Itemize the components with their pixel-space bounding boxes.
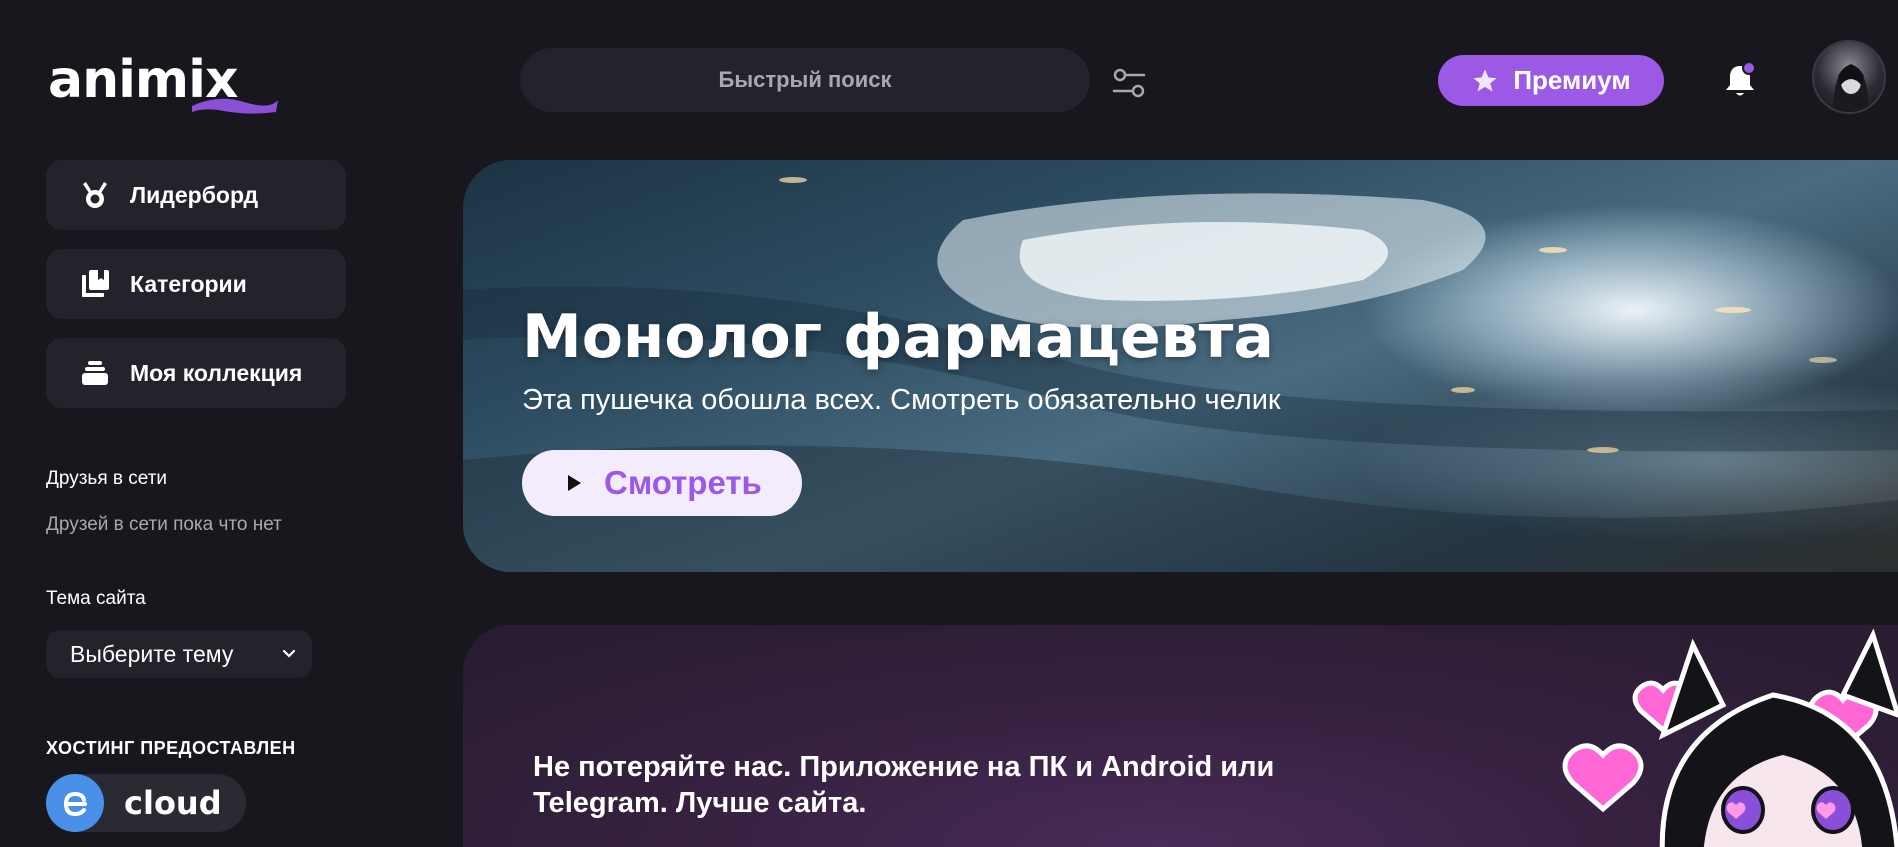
chevron-down-icon xyxy=(282,649,296,658)
hosting-cloud-link[interactable]: cloud xyxy=(46,774,246,832)
avatar-image xyxy=(1833,64,1869,112)
search-input[interactable] xyxy=(520,48,1090,112)
collection-icon xyxy=(82,361,108,385)
theme-select-value: Выберите тему xyxy=(70,640,234,667)
theme-select[interactable]: Выберите тему xyxy=(46,630,312,678)
sidebar-item-collection[interactable]: Моя коллекция xyxy=(46,338,346,408)
user-avatar[interactable] xyxy=(1812,40,1886,114)
categories-icon xyxy=(82,270,109,297)
sidebar-item-label: Лидерборд xyxy=(130,181,259,208)
friends-online-title: Друзья в сети xyxy=(46,468,168,489)
promo-text: Не потеряйте нас. Приложение на ПК и And… xyxy=(533,751,1275,819)
notification-bell-icon[interactable] xyxy=(1722,60,1758,100)
hosting-cloud-label: cloud xyxy=(124,784,222,822)
hosting-title: ХОСТИНГ ПРЕДОСТАВЛЕН xyxy=(46,738,296,758)
sidebar-item-label: Категории xyxy=(130,270,247,297)
promo-mascot-image xyxy=(1562,628,1898,847)
sidebar-item-categories[interactable]: Категории xyxy=(46,249,346,319)
watch-label: Смотреть xyxy=(604,464,762,501)
logo-swoosh xyxy=(192,98,278,114)
sidebar-item-leaderboard[interactable]: Лидерборд xyxy=(46,160,346,230)
premium-button[interactable]: Премиум xyxy=(1438,55,1664,106)
hero-title: Монолог фармацевта xyxy=(522,302,1274,372)
cloud-logo-icon xyxy=(46,774,104,832)
promo-banner[interactable]: Не потеряйте нас. Приложение на ПК и And… xyxy=(463,625,1898,847)
filter-icon[interactable] xyxy=(1112,66,1146,100)
site-theme-title: Тема сайта xyxy=(46,588,146,609)
play-icon xyxy=(568,475,581,491)
premium-label: Премиум xyxy=(1513,65,1631,95)
sidebar-item-label: Моя коллекция xyxy=(130,359,303,386)
site-logo[interactable]: animix xyxy=(48,50,278,114)
medal-icon xyxy=(83,182,107,208)
hero-banner[interactable]: Монолог фармацевта Эта пушечка обошла вс… xyxy=(463,160,1898,572)
hero-subtitle: Эта пушечка обошла всех. Смотреть обязат… xyxy=(522,384,1281,416)
friends-online-empty: Друзей в сети пока что нет xyxy=(46,514,282,535)
star-icon xyxy=(1473,68,1498,91)
watch-button[interactable]: Смотреть xyxy=(522,450,802,516)
